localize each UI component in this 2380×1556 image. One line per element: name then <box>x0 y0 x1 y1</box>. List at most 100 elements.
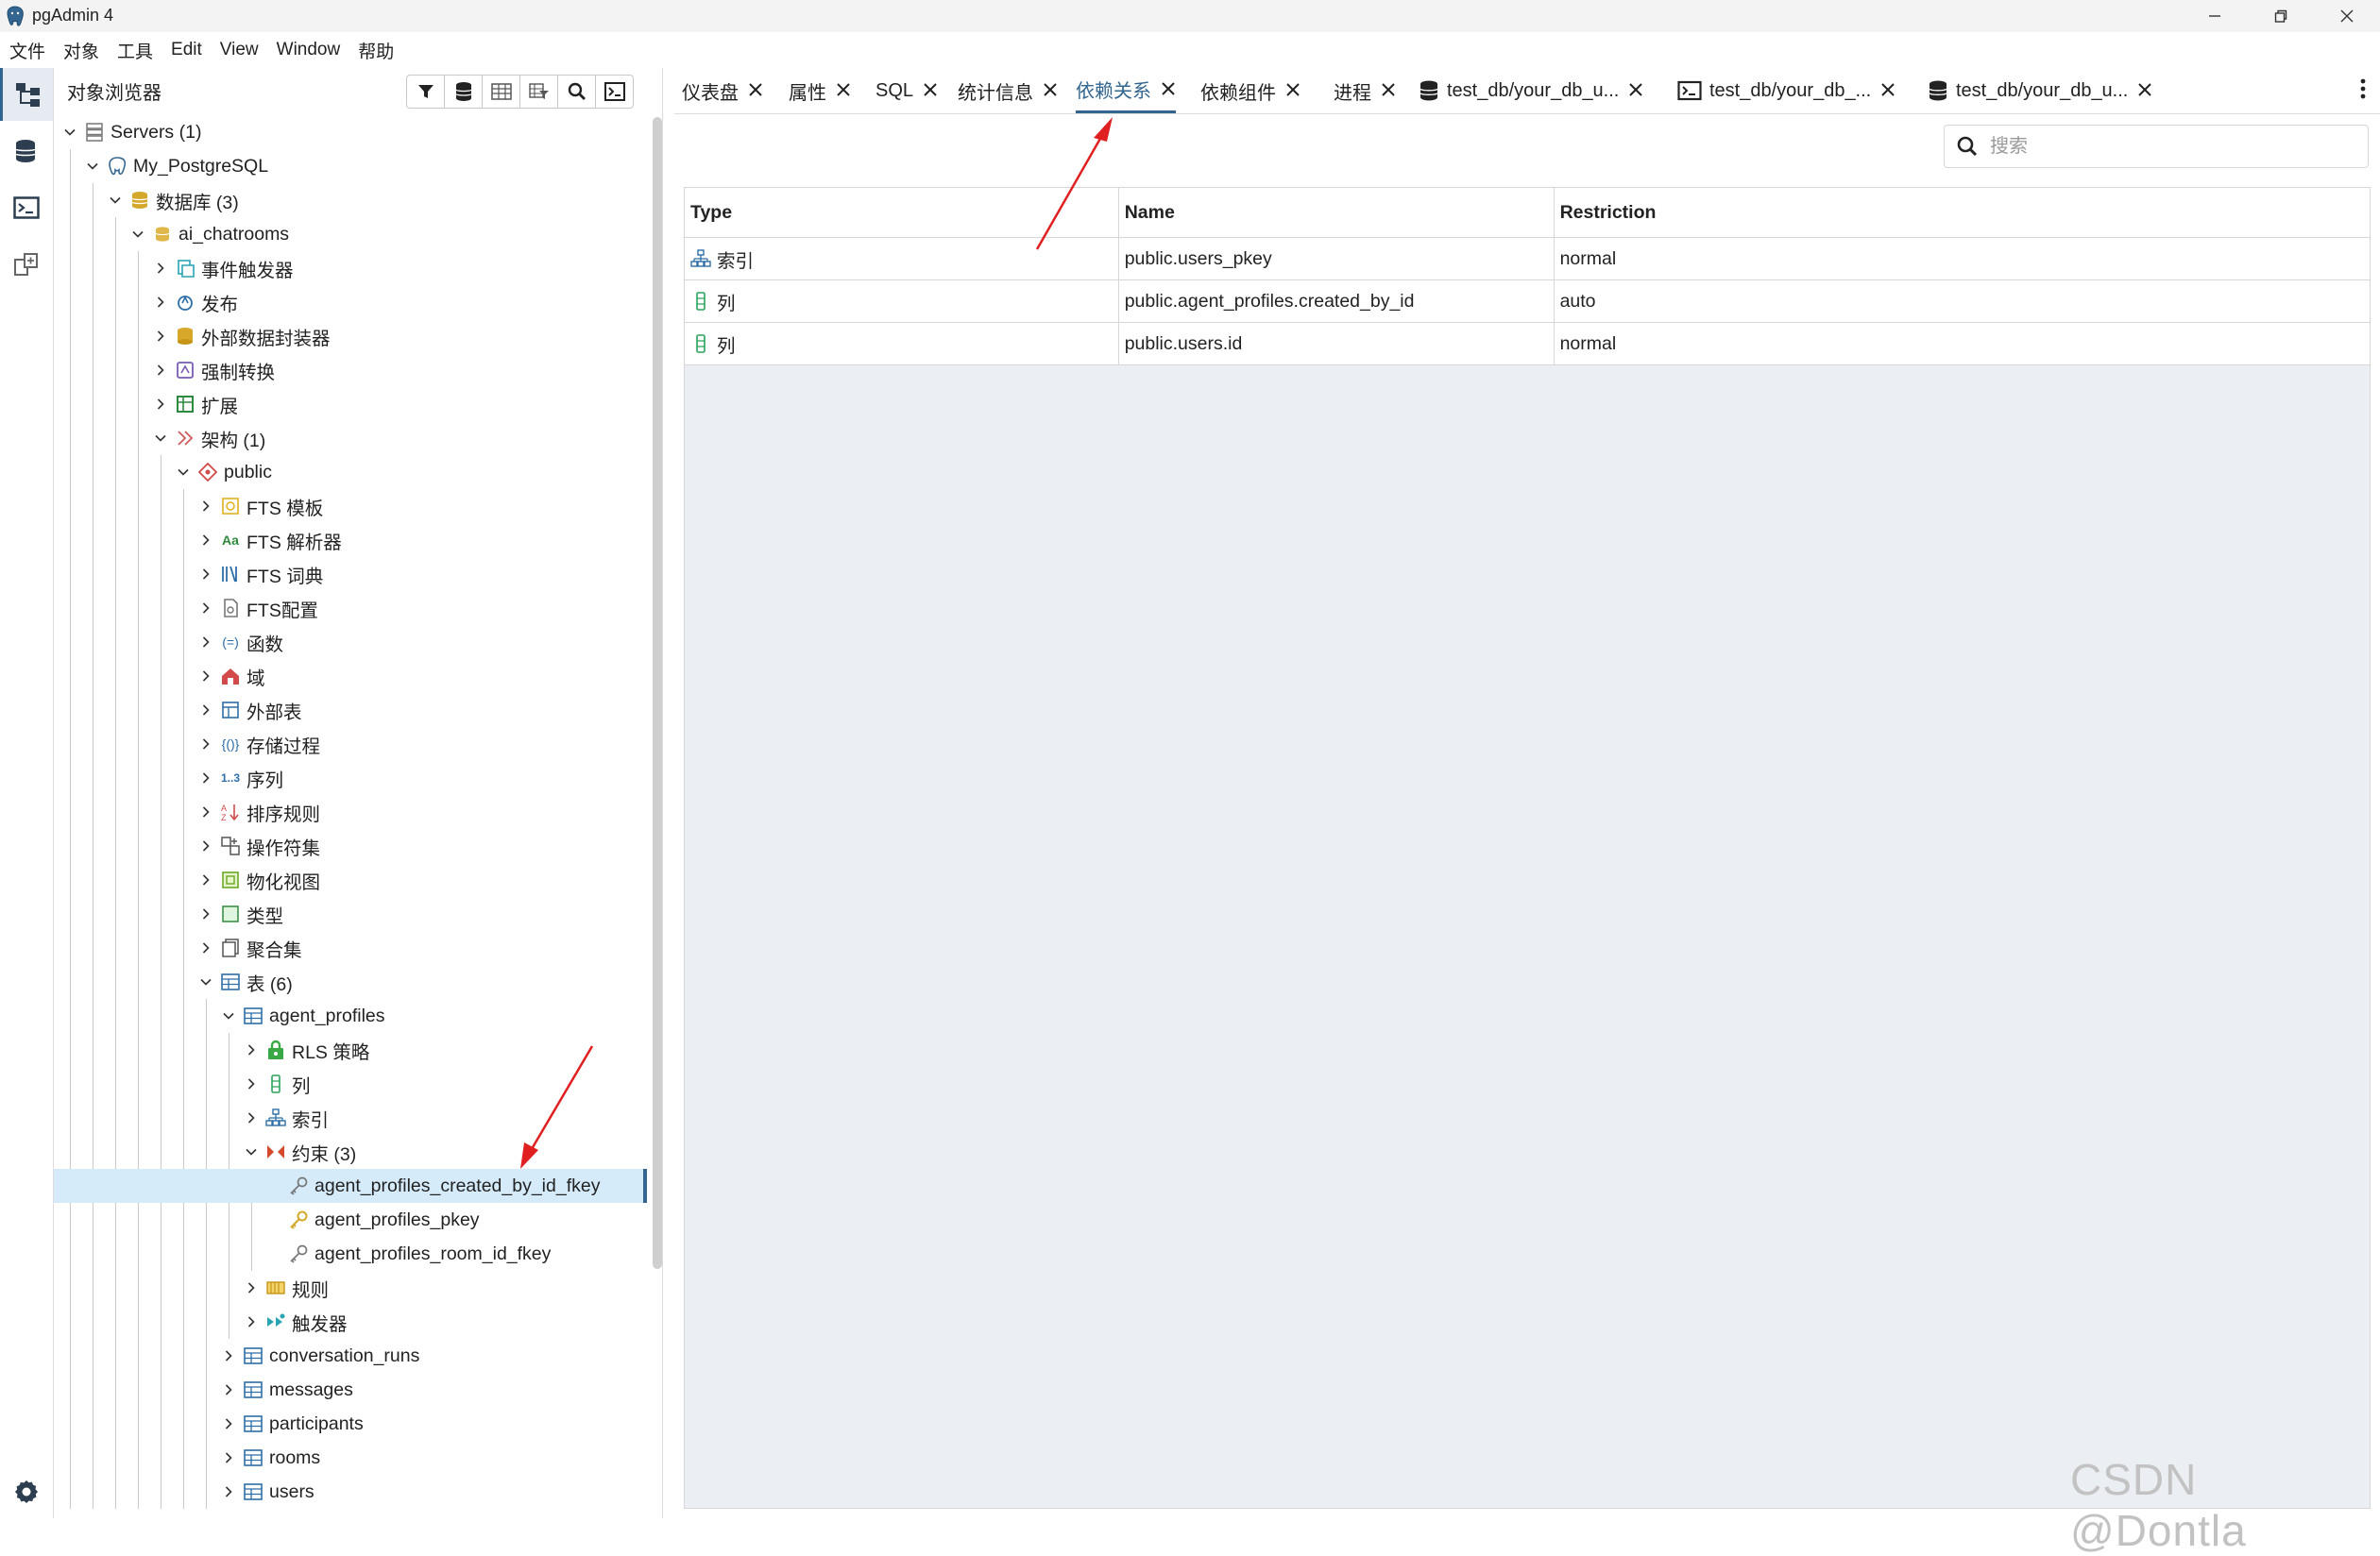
menu-item[interactable]: 文件 <box>9 38 45 63</box>
chevron-right-icon[interactable] <box>197 702 214 719</box>
close-icon[interactable] <box>1381 78 1396 103</box>
chevron-down-icon[interactable] <box>243 1143 260 1160</box>
settings-button[interactable] <box>0 1465 53 1518</box>
chevron-right-icon[interactable] <box>220 1415 237 1432</box>
tree-node[interactable]: 域 <box>54 659 647 693</box>
tree-node[interactable]: 外部数据封装器 <box>54 319 647 353</box>
column-header[interactable]: Type <box>684 187 1119 238</box>
tree-node[interactable]: 聚合集 <box>54 931 647 965</box>
chevron-right-icon[interactable] <box>197 837 214 854</box>
chevron-down-icon[interactable] <box>152 430 169 447</box>
tab[interactable]: SQL <box>876 68 938 113</box>
menu-item[interactable]: View <box>220 40 259 60</box>
close-icon[interactable] <box>1880 78 1896 103</box>
tab[interactable]: test_db/your_db_u... <box>1928 68 2152 113</box>
tree-node[interactable]: public <box>54 455 647 489</box>
table-row[interactable]: 列 public.users.id normal <box>684 322 2372 365</box>
chevron-right-icon[interactable] <box>152 260 169 277</box>
tab[interactable]: 进程 <box>1334 68 1396 113</box>
chevron-right-icon[interactable] <box>243 1313 260 1330</box>
tree-node[interactable]: conversation_runs <box>54 1339 647 1373</box>
search-input[interactable] <box>1988 134 2351 159</box>
chevron-right-icon[interactable] <box>152 396 169 413</box>
tree-node[interactable]: 物化视图 <box>54 863 647 897</box>
tree-scrollbar[interactable] <box>653 117 662 1269</box>
tree-node[interactable]: 发布 <box>54 285 647 319</box>
tree-node[interactable]: users <box>54 1475 647 1509</box>
chevron-right-icon[interactable] <box>243 1279 260 1296</box>
chevron-right-icon[interactable] <box>220 1347 237 1364</box>
close-window-button[interactable] <box>2314 0 2380 32</box>
close-icon[interactable] <box>1043 78 1058 103</box>
tree-node[interactable]: RLS 策略 <box>54 1033 647 1067</box>
tree-node[interactable]: agent_profiles <box>54 999 647 1033</box>
close-icon[interactable] <box>1161 77 1176 102</box>
chevron-right-icon[interactable] <box>243 1109 260 1126</box>
tree-node[interactable]: 类型 <box>54 897 647 931</box>
psql-tool-button[interactable] <box>0 181 53 234</box>
tree-node[interactable]: 列 <box>54 1067 647 1101</box>
chevron-right-icon[interactable] <box>197 600 214 617</box>
chevron-right-icon[interactable] <box>152 294 169 311</box>
chevron-down-icon[interactable] <box>129 226 146 243</box>
chevron-down-icon[interactable] <box>84 158 101 175</box>
chevron-down-icon[interactable] <box>61 124 78 141</box>
tree-node[interactable]: 1..3 序列 <box>54 761 647 795</box>
schema-diff-button[interactable] <box>0 238 53 291</box>
tab[interactable]: test_db/your_db_u... <box>1419 68 1643 113</box>
chevron-right-icon[interactable] <box>220 1449 237 1466</box>
tree-node[interactable]: 表 (6) <box>54 965 647 999</box>
chevron-right-icon[interactable] <box>197 736 214 753</box>
column-header[interactable]: Name <box>1117 187 1555 238</box>
object-explorer-button[interactable] <box>0 68 53 121</box>
menu-item[interactable]: Edit <box>171 40 202 60</box>
tree-node[interactable]: {()} 存储过程 <box>54 727 647 761</box>
chevron-right-icon[interactable] <box>243 1075 260 1092</box>
tree-node[interactable]: rooms <box>54 1441 647 1475</box>
menu-item[interactable]: 帮助 <box>358 38 394 63</box>
chevron-right-icon[interactable] <box>197 939 214 956</box>
chevron-right-icon[interactable] <box>152 362 169 379</box>
table-row[interactable]: 列 public.agent_profiles.created_by_id auto <box>684 279 2372 323</box>
tree-node[interactable]: ai_chatrooms <box>54 217 647 251</box>
chevron-right-icon[interactable] <box>220 1483 237 1500</box>
table-row[interactable]: 索引 public.users_pkey normal <box>684 237 2372 280</box>
tree-node[interactable]: FTS配置 <box>54 591 647 625</box>
filtered-rows-button[interactable] <box>519 75 558 109</box>
close-icon[interactable] <box>1628 78 1643 103</box>
tree-node[interactable]: 架构 (1) <box>54 421 647 455</box>
chevron-down-icon[interactable] <box>197 973 214 990</box>
tree-node[interactable]: 扩展 <box>54 387 647 421</box>
view-data-button[interactable] <box>482 75 520 109</box>
tree-node[interactable]: 外部表 <box>54 693 647 727</box>
tree-node[interactable]: agent_profiles_room_id_fkey <box>54 1237 647 1271</box>
tree-node[interactable]: (=) 函数 <box>54 625 647 659</box>
chevron-right-icon[interactable] <box>197 871 214 888</box>
tree-node[interactable]: FTS 模板 <box>54 489 647 523</box>
tree-node[interactable]: agent_profiles_pkey <box>54 1203 647 1237</box>
tree-node[interactable]: 触发器 <box>54 1305 647 1339</box>
column-header[interactable]: Restriction <box>1553 187 2372 238</box>
tab[interactable]: 属性 <box>789 68 851 113</box>
search-objects-button[interactable] <box>557 75 596 109</box>
tab[interactable]: 仪表盘 <box>682 68 763 113</box>
tab[interactable]: 统计信息 <box>958 68 1058 113</box>
tree-node[interactable]: agent_profiles_created_by_id_fkey <box>54 1169 647 1203</box>
chevron-right-icon[interactable] <box>197 532 214 549</box>
tree-node[interactable]: 规则 <box>54 1271 647 1305</box>
tree-node[interactable]: 事件触发器 <box>54 251 647 285</box>
tree-node[interactable]: messages <box>54 1373 647 1407</box>
tree-node[interactable]: A Z 排序规则 <box>54 795 647 829</box>
more-options-button[interactable] <box>2359 77 2367 107</box>
tree-node[interactable]: FTS 词典 <box>54 557 647 591</box>
chevron-right-icon[interactable] <box>197 498 214 515</box>
tree-node[interactable]: Servers (1) <box>54 115 647 149</box>
chevron-down-icon[interactable] <box>175 464 192 481</box>
chevron-right-icon[interactable] <box>243 1041 260 1058</box>
chevron-right-icon[interactable] <box>197 566 214 583</box>
tree-node[interactable]: 操作符集 <box>54 829 647 863</box>
filter-button[interactable] <box>406 75 445 109</box>
close-icon[interactable] <box>1285 78 1300 103</box>
close-icon[interactable] <box>748 78 763 103</box>
chevron-right-icon[interactable] <box>197 668 214 685</box>
